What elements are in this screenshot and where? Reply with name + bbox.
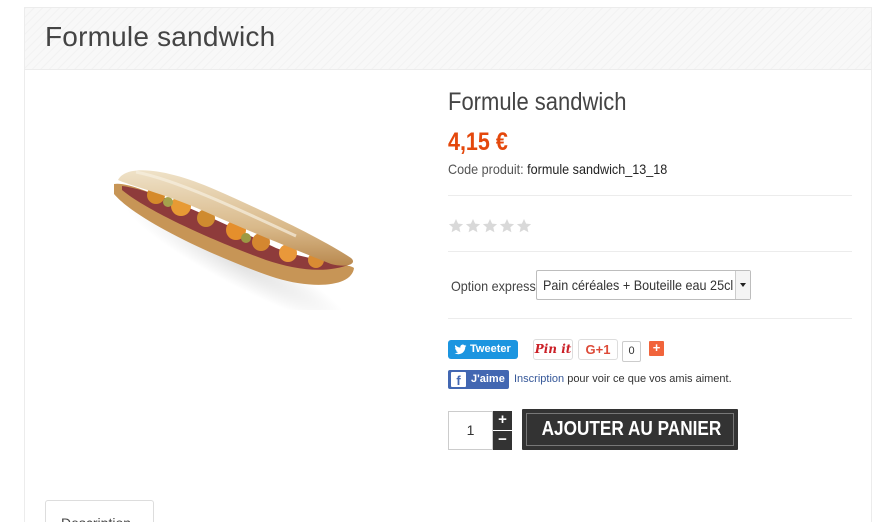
- add-to-cart-inner: AJOUTER AU PANIER: [526, 413, 734, 446]
- option-label: Option express: [451, 278, 536, 294]
- page-header: Formule sandwich: [25, 8, 871, 70]
- tweet-button[interactable]: Tweeter: [448, 340, 518, 359]
- product-price: 4,15 €: [448, 128, 508, 156]
- like-label: J'aime: [471, 373, 505, 385]
- reference-label: Code produit:: [448, 161, 524, 177]
- google-plus-button[interactable]: G+1: [578, 339, 618, 360]
- sandwich-image: [114, 170, 354, 324]
- facebook-like-message: pour voir ce que vos amis aiment.: [564, 373, 732, 385]
- option-select[interactable]: Pain céréales + Bouteille eau 25cl: [536, 270, 751, 300]
- divider: [448, 251, 852, 252]
- rating-stars: [448, 218, 532, 234]
- star-icon: [448, 219, 464, 233]
- star-icon: [465, 219, 481, 233]
- option-selected-value: Pain céréales + Bouteille eau 25cl: [543, 277, 734, 293]
- facebook-like-button[interactable]: f J'aime: [448, 370, 509, 389]
- product-image[interactable]: [96, 150, 366, 324]
- star-icon: [499, 219, 515, 233]
- chevron-down-icon[interactable]: [735, 271, 750, 299]
- add-to-cart-button[interactable]: AJOUTER AU PANIER: [522, 409, 738, 450]
- divider: [448, 318, 852, 319]
- quantity-increase-button[interactable]: +: [493, 411, 512, 430]
- facebook-icon: f: [451, 372, 466, 388]
- twitter-bird-icon: [454, 344, 467, 355]
- quantity-decrease-button[interactable]: −: [493, 431, 512, 450]
- product-reference: Code produit: formule sandwich_13_18: [448, 161, 667, 177]
- page-title: Formule sandwich: [45, 21, 276, 52]
- tab-description[interactable]: Description: [45, 500, 154, 522]
- product-name: Formule sandwich: [448, 88, 627, 116]
- facebook-signup-link[interactable]: Inscription: [514, 373, 564, 385]
- add-to-cart-label: AJOUTER AU PANIER: [541, 418, 722, 440]
- divider: [448, 195, 852, 196]
- google-plus-count: 0: [622, 341, 641, 362]
- star-icon: [482, 219, 498, 233]
- quantity-input[interactable]: 1: [448, 411, 493, 450]
- star-icon: [516, 219, 532, 233]
- share-add-button[interactable]: +: [649, 341, 664, 356]
- reference-value: formule sandwich_13_18: [527, 161, 668, 177]
- facebook-like-text: Inscription pour voir ce que vos amis ai…: [514, 373, 732, 385]
- pin-it-button[interactable]: Pin it: [533, 339, 573, 360]
- tweet-label: Tweeter: [470, 343, 511, 355]
